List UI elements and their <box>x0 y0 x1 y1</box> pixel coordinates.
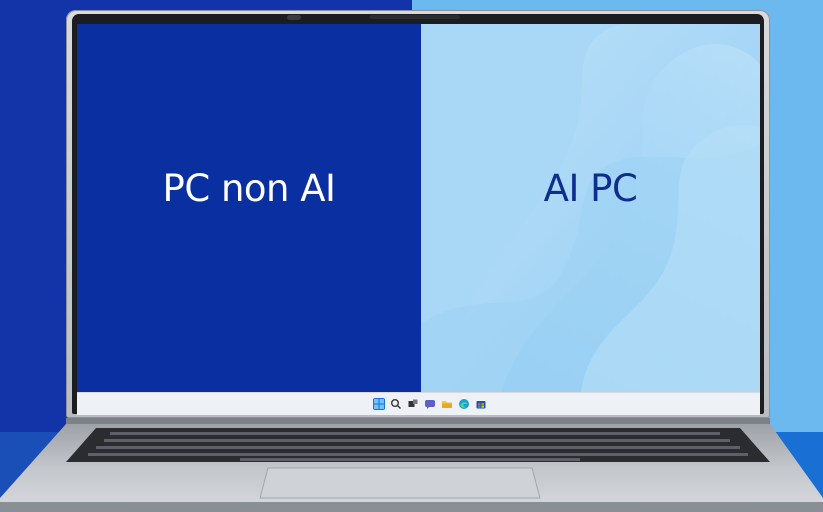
taskbar-icons <box>373 398 487 410</box>
laptop-base <box>0 418 823 512</box>
screen-right-half: AI PC <box>421 24 760 392</box>
comparison-graphic: PC non AI AI PC <box>0 0 823 512</box>
chat-icon[interactable] <box>424 398 436 410</box>
edge-browser-icon[interactable] <box>458 398 470 410</box>
screen-left-half: PC non AI <box>77 24 421 392</box>
left-screen-label: PC non AI <box>77 164 421 214</box>
windows-start-icon[interactable] <box>373 398 385 410</box>
store-icon[interactable] <box>475 398 487 410</box>
right-screen-label-text: AI PC <box>543 167 638 210</box>
sensor-bar <box>370 15 460 19</box>
taskbar <box>77 392 760 415</box>
right-screen-label: AI PC <box>421 164 760 214</box>
task-view-icon[interactable] <box>407 398 419 410</box>
file-explorer-icon[interactable] <box>441 398 453 410</box>
search-icon[interactable] <box>390 398 402 410</box>
left-screen-label-text: PC non AI <box>162 167 336 210</box>
webcam-icon <box>287 15 301 20</box>
